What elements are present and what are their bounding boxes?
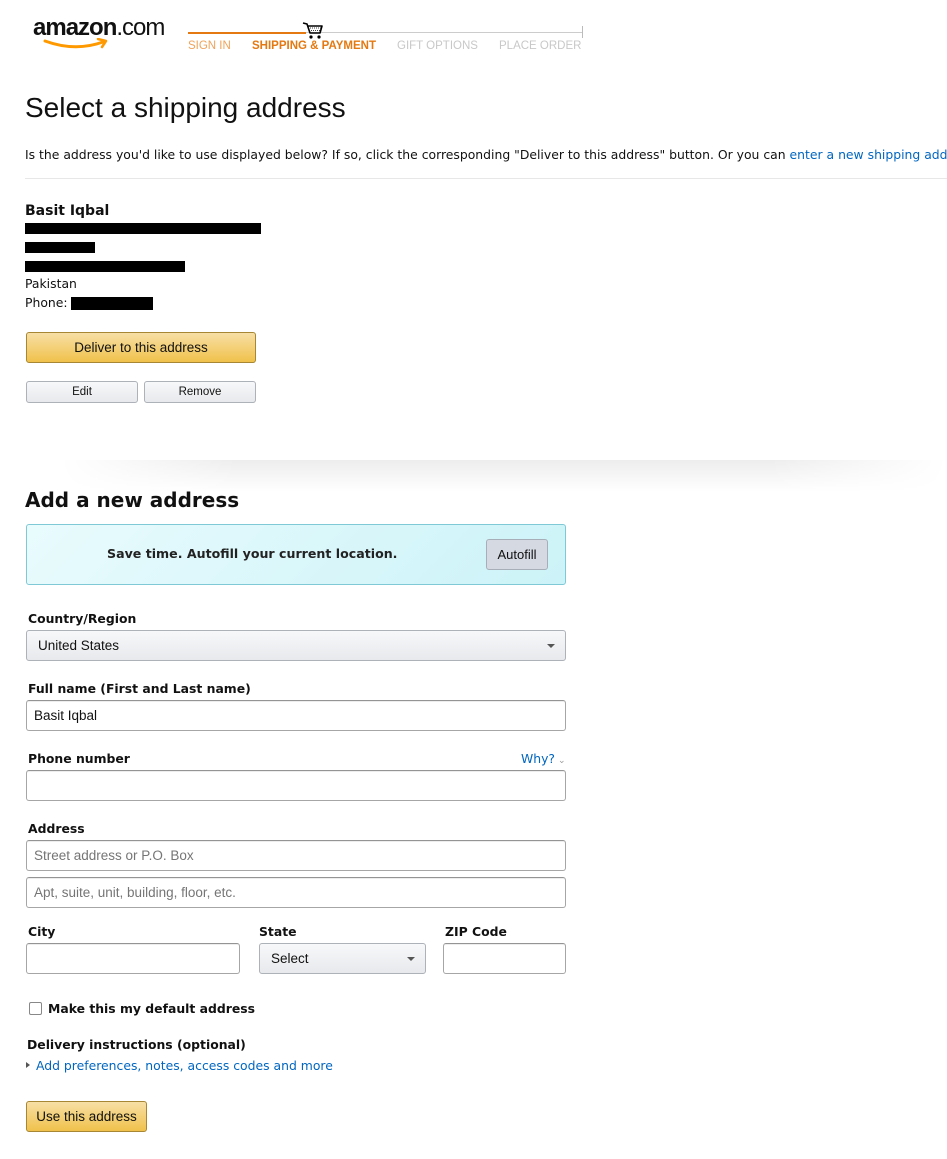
divider xyxy=(25,178,947,179)
address-line2-input[interactable] xyxy=(26,877,566,908)
caret-right-icon xyxy=(26,1062,30,1068)
state-select[interactable]: Select xyxy=(259,943,426,974)
edit-address-button[interactable]: Edit xyxy=(26,381,138,403)
checkout-progress: SIGN IN SHIPPING & PAYMENT GIFT OPTIONS … xyxy=(188,22,588,58)
autofill-button[interactable]: Autofill xyxy=(486,539,548,570)
redacted-address-line xyxy=(25,261,185,272)
logo-main: amazon xyxy=(33,14,117,41)
logo-suffix: .com xyxy=(116,14,165,41)
intro-text: Is the address you'd like to use display… xyxy=(25,147,947,162)
deliver-to-this-address-button[interactable]: Deliver to this address xyxy=(26,332,256,363)
smile-arrow-icon xyxy=(43,38,108,49)
country-label: Country/Region xyxy=(28,611,137,626)
zip-input[interactable] xyxy=(443,943,566,974)
city-input[interactable] xyxy=(26,943,240,974)
autofill-banner: Save time. Autofill your current locatio… xyxy=(26,524,566,585)
dropdown-caret-icon xyxy=(547,644,555,648)
city-label: City xyxy=(28,924,56,939)
redacted-address-line xyxy=(25,242,95,253)
chevron-down-icon: ⌄ xyxy=(558,756,566,766)
step-place-order: PLACE ORDER xyxy=(499,40,582,52)
use-this-address-button[interactable]: Use this address xyxy=(26,1101,147,1132)
phone-input[interactable] xyxy=(26,770,566,801)
saved-address: Basit Iqbal Pakistan Phone: xyxy=(25,203,261,312)
page-title: Select a shipping address xyxy=(25,92,346,123)
step-shipping-payment: SHIPPING & PAYMENT xyxy=(252,40,376,52)
phone-why-link[interactable]: Why? ⌄ xyxy=(521,751,566,766)
redacted-phone xyxy=(70,297,153,310)
intro-body: Is the address you'd like to use display… xyxy=(25,147,790,162)
address-label: Address xyxy=(28,821,85,836)
delivery-instructions-label: Delivery instructions (optional) xyxy=(27,1037,246,1052)
phone-label: Phone number xyxy=(28,751,130,766)
dropdown-caret-icon xyxy=(407,957,415,961)
state-label: State xyxy=(259,924,297,939)
full-name-input[interactable] xyxy=(26,700,566,731)
phone-label: Phone: xyxy=(25,295,68,310)
step-gift-options: GIFT OPTIONS xyxy=(397,40,478,52)
address-line1-input[interactable] xyxy=(26,840,566,871)
address-country: Pakistan xyxy=(25,276,77,291)
autofill-text: Save time. Autofill your current locatio… xyxy=(107,546,398,561)
country-value: United States xyxy=(38,638,120,653)
remove-address-button[interactable]: Remove xyxy=(144,381,256,403)
add-new-address-title: Add a new address xyxy=(25,488,240,512)
progress-track-remaining xyxy=(306,32,583,33)
default-address-label[interactable]: Make this my default address xyxy=(48,1001,255,1016)
address-name: Basit Iqbal xyxy=(25,203,110,219)
full-name-label: Full name (First and Last name) xyxy=(28,681,251,696)
delivery-instructions-expander[interactable]: Add preferences, notes, access codes and… xyxy=(26,1058,333,1073)
zip-label: ZIP Code xyxy=(445,924,507,939)
progress-track-complete xyxy=(188,32,306,34)
redacted-address-line xyxy=(25,223,261,234)
default-address-checkbox[interactable] xyxy=(29,1002,42,1015)
why-text: Why? xyxy=(521,751,556,766)
step-sign-in[interactable]: SIGN IN xyxy=(188,40,231,52)
progress-track-end xyxy=(582,26,583,38)
address-phone: Phone: xyxy=(25,293,261,312)
amazon-logo[interactable]: amazon.com xyxy=(33,14,173,50)
cart-icon xyxy=(302,22,323,39)
enter-new-address-link[interactable]: enter a new shipping address xyxy=(790,147,947,162)
delivery-instructions-link[interactable]: Add preferences, notes, access codes and… xyxy=(36,1058,333,1073)
default-address-option[interactable]: Make this my default address xyxy=(29,1001,255,1016)
state-value: Select xyxy=(271,951,309,966)
country-select[interactable]: United States xyxy=(26,630,566,661)
